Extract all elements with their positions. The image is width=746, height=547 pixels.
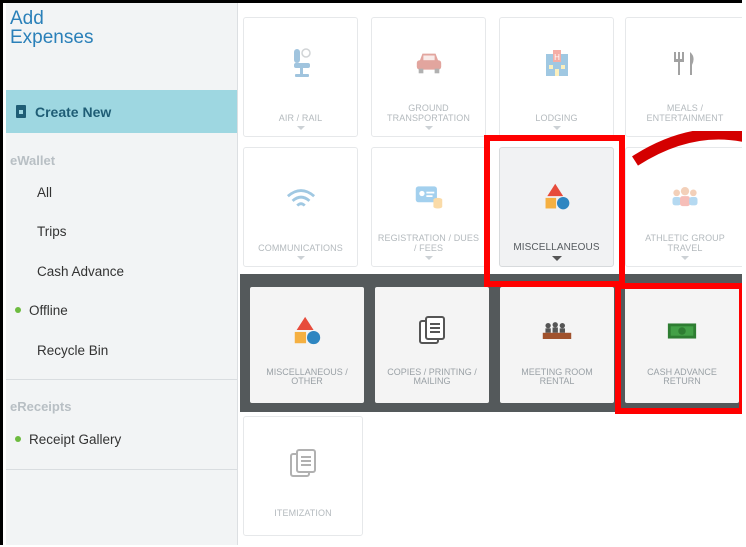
hotel-icon: H	[542, 48, 572, 78]
chevron-down-icon	[552, 126, 561, 130]
subcategory-label: OTHER	[291, 376, 323, 386]
category-label: REGISTRATION / DUES	[377, 233, 480, 243]
airline-seat-icon	[286, 48, 316, 78]
chevron-down-icon	[424, 126, 433, 130]
chevron-down-icon	[681, 256, 689, 260]
shapes-icon	[542, 182, 572, 212]
subcategory-cash-advance-return[interactable]: CASH ADVANCE RETURN	[625, 287, 739, 403]
category-label: LODGING	[535, 113, 578, 123]
category-itemization[interactable]: ITEMIZATION	[243, 416, 363, 536]
shapes-icon	[291, 315, 323, 347]
category-label: ENTERTAINMENT	[646, 113, 724, 123]
category-air-rail[interactable]: AIR / RAIL	[243, 17, 358, 137]
divider	[6, 379, 237, 380]
app-frame: Add Expenses Create New eWallet All Trip…	[0, 0, 742, 545]
sidebar-item-label: Offline	[29, 302, 68, 318]
divider	[6, 469, 237, 470]
sidebar-item-label: Receipt Gallery	[29, 431, 122, 447]
category-athletic-group-travel[interactable]: ATHLETIC GROUP TRAVEL	[625, 147, 742, 267]
category-label: TRANSPORTATION	[387, 113, 470, 123]
sidebar-item-label: Recycle Bin	[37, 342, 109, 358]
chevron-down-icon	[424, 256, 433, 260]
subcategory-panel: MISCELLANEOUS / OTHER COPIES / PRINTING …	[240, 274, 742, 412]
status-dot-icon	[15, 307, 21, 313]
subcategory-miscellaneous-other[interactable]: MISCELLANEOUS / OTHER	[250, 287, 364, 403]
category-label: ATHLETIC GROUP	[645, 233, 725, 243]
sidebar-item-cash-advance[interactable]: Cash Advance	[6, 261, 237, 281]
subcategory-label: RETURN	[663, 376, 701, 386]
wifi-icon	[286, 184, 316, 214]
category-lodging[interactable]: H LODGING	[499, 17, 614, 137]
group-icon	[670, 182, 700, 212]
sidebar-item-label: Trips	[37, 223, 67, 239]
status-dot-icon	[15, 436, 21, 442]
category-label: ITEMIZATION	[274, 508, 332, 518]
car-icon	[414, 48, 444, 78]
sidebar: Add Expenses Create New eWallet All Trip…	[6, 3, 238, 545]
itemization-icon	[288, 449, 318, 479]
ewallet-header: eWallet	[10, 153, 56, 168]
create-new-button[interactable]: Create New	[6, 90, 237, 133]
sidebar-item-receipt-gallery[interactable]: Receipt Gallery	[6, 429, 237, 449]
category-ground-transportation[interactable]: GROUND TRANSPORTATION	[371, 17, 486, 137]
chevron-down-icon	[296, 256, 305, 260]
sidebar-item-recycle-bin[interactable]: Recycle Bin	[6, 340, 237, 360]
category-label: MISCELLANEOUS	[513, 242, 600, 253]
page-title: Add Expenses	[10, 9, 210, 47]
page-title-line1: Add	[10, 8, 44, 29]
category-miscellaneous[interactable]: MISCELLANEOUS	[499, 147, 614, 267]
copies-icon	[416, 315, 448, 347]
meeting-room-icon	[541, 315, 573, 347]
subcategory-label: RENTAL	[539, 376, 575, 386]
chevron-down-icon	[296, 126, 305, 130]
sidebar-item-offline[interactable]: Offline	[6, 300, 237, 320]
chevron-down-icon	[551, 256, 562, 261]
subcategory-meeting-room-rental[interactable]: MEETING ROOM RENTAL	[500, 287, 614, 403]
category-label: MEALS /	[666, 103, 704, 113]
page-title-line2: Expenses	[10, 27, 94, 48]
sidebar-item-label: Cash Advance	[37, 263, 125, 279]
category-label: / FEES	[413, 243, 444, 253]
category-label: COMMUNICATIONS	[258, 243, 343, 253]
category-communications[interactable]: COMMUNICATIONS	[243, 147, 358, 267]
category-meals-entertainment[interactable]: MEALS / ENTERTAINMENT	[625, 17, 742, 137]
document-icon	[16, 105, 26, 118]
sidebar-item-trips[interactable]: Trips	[6, 221, 237, 241]
category-label: GROUND	[408, 103, 449, 113]
cash-icon	[666, 315, 698, 347]
subcategory-label: MAILING	[413, 376, 451, 386]
sidebar-item-label: All	[37, 184, 53, 200]
subcategory-copies-printing-mailing[interactable]: COPIES / PRINTING / MAILING	[375, 287, 489, 403]
sidebar-item-all[interactable]: All	[6, 182, 237, 202]
ereceipts-header: eReceipts	[10, 399, 72, 414]
category-label: AIR / RAIL	[278, 113, 323, 123]
category-label: TRAVEL	[667, 243, 703, 253]
category-registration-dues-fees[interactable]: REGISTRATION / DUES / FEES	[371, 147, 486, 267]
id-card-icon	[414, 182, 444, 212]
fork-knife-icon	[670, 48, 700, 78]
svg-text:H: H	[554, 53, 560, 62]
create-new-label: Create New	[35, 103, 112, 120]
